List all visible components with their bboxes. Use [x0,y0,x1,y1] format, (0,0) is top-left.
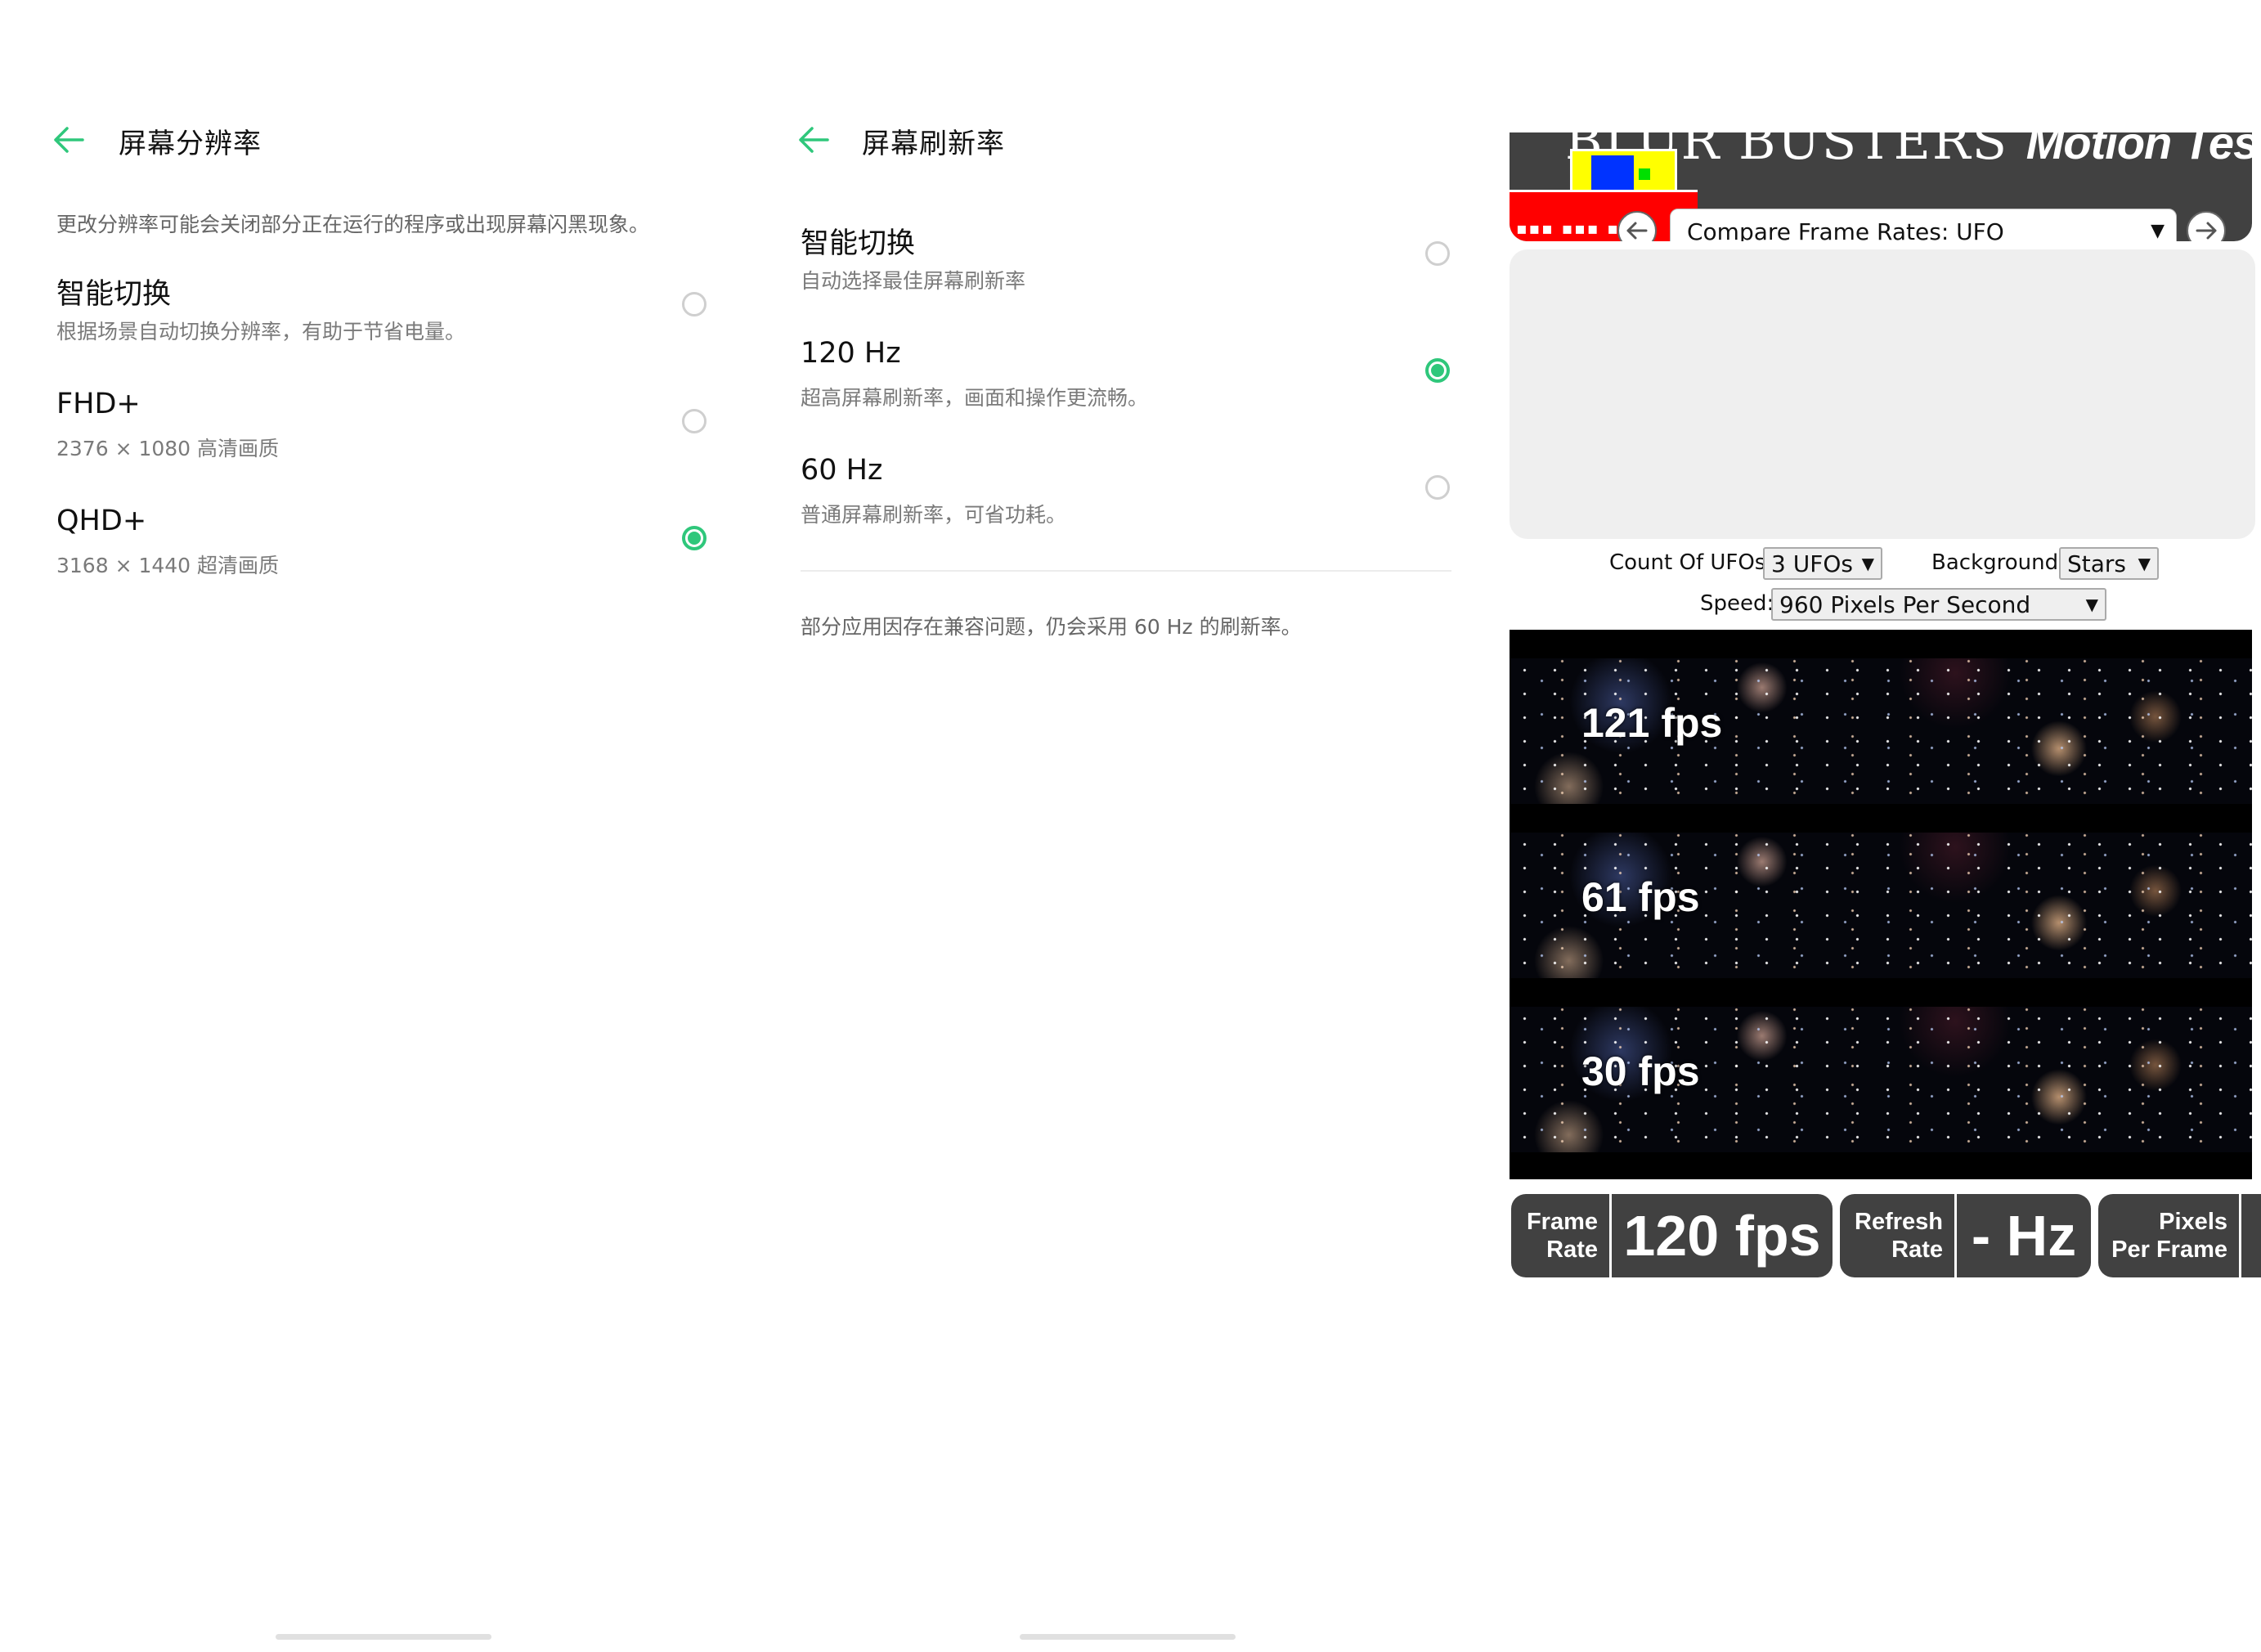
option-title: FHD+ [56,388,141,420]
count-select[interactable]: 3 UFOs ▼ [1763,547,1882,580]
ufo-test-canvas: 121 fps 61 fps 30 fps [1510,630,2252,1179]
ufo-logo-light [1639,168,1650,180]
logo-subtitle: Motion Tests [2025,132,2252,168]
option-subtitle: 3168 × 1440 超清画质 [56,554,280,577]
speed-select[interactable]: 960 Pixels Per Second ▼ [1771,588,2106,621]
motion-test-page: BLUR BUSTERS Motion Tests ▪▪▪ ▪▪▪ ▪▪▪ Co… [1510,0,2261,1652]
background-select[interactable]: Stars ▼ [2059,547,2159,580]
refresh-rate-stat: Refresh Rate - Hz [1840,1194,2091,1277]
arrow-right-icon [2196,222,2217,240]
radio-smart-refresh[interactable] [1425,241,1450,266]
speed-value: 960 Pixels Per Second [1779,590,2031,618]
strip-fps-label: 61 fps [1581,874,1700,920]
option-subtitle: 自动选择最佳屏幕刷新率 [801,269,1026,293]
test-selector-value: Compare Frame Rates: UFO [1687,218,2004,242]
strip-fps-label: 121 fps [1581,700,1723,746]
resolution-settings-panel: 屏幕分辨率 更改分辨率可能会关闭部分正在运行的程序或出现屏幕闪黑现象。 智能切换… [0,0,744,1652]
background-label: Background: [1931,550,2066,575]
option-title: 智能切换 [56,278,172,311]
option-title: 智能切换 [801,227,916,260]
dropdown-caret-icon: ▼ [2085,595,2098,614]
radio-60hz[interactable] [1425,475,1450,500]
frame-rate-value: 120 fps [1623,1204,1821,1268]
strip-fps-label: 30 fps [1581,1048,1700,1094]
page-title: 屏幕刷新率 [862,128,1005,160]
resolution-description: 更改分辨率可能会关闭部分正在运行的程序或出现屏幕闪黑现象。 [56,213,650,236]
background-value: Stars [2067,550,2127,577]
gesture-nav-bar[interactable] [1020,1634,1236,1640]
radio-smart-resolution[interactable] [682,292,707,316]
test-selector-dropdown[interactable]: Compare Frame Rates: UFO ▼ [1670,209,2177,241]
option-title: 120 Hz [801,337,901,370]
test-strip: 30 fps [1510,1007,2252,1152]
count-value: 3 UFOs [1771,550,1853,577]
site-header: BLUR BUSTERS Motion Tests ▪▪▪ ▪▪▪ ▪▪▪ Co… [1510,132,2252,241]
option-subtitle: 普通屏幕刷新率，可省功耗。 [801,503,1067,527]
speed-label: Speed: [1700,591,1774,616]
option-subtitle: 超高屏幕刷新率，画面和操作更流畅。 [801,386,1149,410]
pixels-per-frame-stat: Pixels Per Frame [2098,1194,2261,1277]
arrow-left-icon [1626,222,1648,240]
frame-rate-label: Frame Rate [1511,1194,1612,1277]
count-label: Count Of UFOs: [1609,550,1774,575]
radio-fhd-plus[interactable] [682,409,707,433]
back-arrow-icon [54,127,84,153]
dropdown-caret-icon: ▼ [2138,554,2151,573]
option-subtitle: 根据场景自动切换分辨率，有助于节省电量。 [56,320,466,343]
dropdown-caret-icon: ▼ [1861,554,1874,573]
dropdown-caret-icon: ▼ [2151,221,2165,241]
frame-rate-stat: Frame Rate 120 fps [1511,1194,1833,1277]
divider [801,570,1451,572]
back-arrow-icon [799,127,829,153]
refresh-rate-label: Refresh Rate [1840,1194,1957,1277]
page-title: 屏幕分辨率 [119,128,262,160]
test-strip: 121 fps [1510,658,2252,804]
refresh-rate-settings-panel: 屏幕刷新率 智能切换 自动选择最佳屏幕刷新率 120 Hz 超高屏幕刷新率，画面… [744,0,1496,1652]
gesture-nav-bar[interactable] [276,1634,491,1640]
option-title: 60 Hz [801,454,883,487]
pixels-per-frame-label: Pixels Per Frame [2098,1194,2241,1277]
refresh-rate-value: - Hz [1971,1204,2077,1268]
back-button[interactable] [797,124,830,155]
ufo-logo-window [1591,155,1634,191]
test-strip: 61 fps [1510,833,2252,978]
back-button[interactable] [52,124,85,155]
radio-120hz[interactable] [1425,358,1450,383]
option-subtitle: 2376 × 1080 高清画质 [56,437,280,460]
option-title: QHD+ [56,505,147,537]
next-test-button[interactable] [2187,211,2226,241]
radio-qhd-plus[interactable] [682,526,707,550]
pixels-per-frame-value [2241,1194,2261,1277]
ad-placeholder-box [1510,249,2255,539]
refresh-footer-note: 部分应用因存在兼容问题，仍会采用 60 Hz 的刷新率。 [801,615,1302,639]
